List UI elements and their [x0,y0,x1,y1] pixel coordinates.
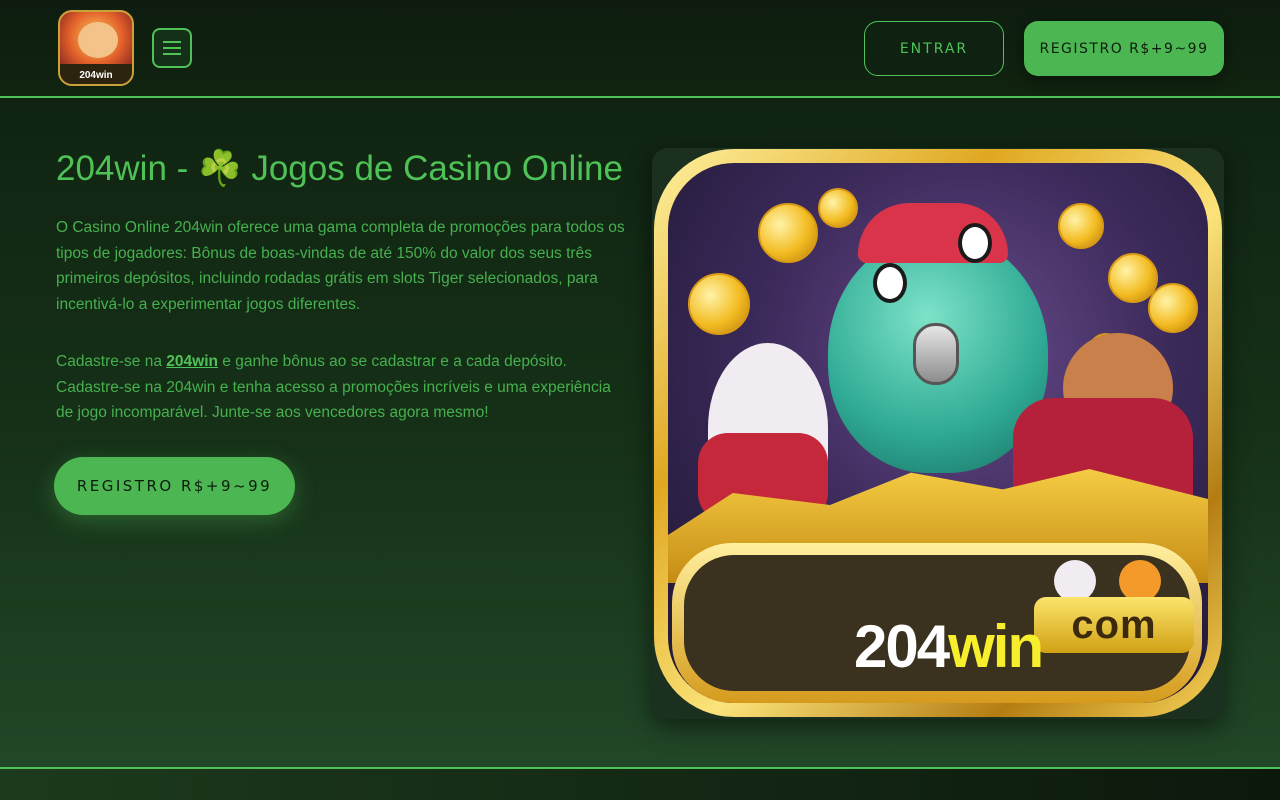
brand-banner-inner: com 204win [684,555,1194,691]
site-footer [0,769,1280,800]
tiger-mascot-icon [1119,560,1161,602]
hero-gold-frame: com 204win [654,149,1222,717]
site-header: 204win ENTRAR REGISTRO R$+9~99 [0,0,1280,98]
brand-com-badge: com [1034,597,1194,653]
menu-button[interactable] [152,28,192,68]
login-button[interactable]: ENTRAR [864,21,1004,76]
snake-eye-icon [873,263,907,303]
register-button-header[interactable]: REGISTRO R$+9~99 [1024,21,1224,76]
microphone-icon [913,323,959,385]
intro-paragraph: O Casino Online 204win oferece uma gama … [56,219,625,313]
brand-win: win [948,613,1044,680]
gold-coin-icon [688,273,750,335]
hero-image-card: com 204win [652,148,1224,719]
gold-coin-icon [758,203,818,263]
brand-banner: com 204win [672,543,1202,703]
hamburger-icon [163,41,181,43]
gold-coin-icon [1058,203,1104,249]
brand-link[interactable]: 204win [166,353,218,370]
snake-eye-icon [958,223,992,263]
brand-logo-text: 204win [854,617,1044,677]
page-title: 204win - ☘️ Jogos de Casino Online [56,149,623,188]
signup-paragraph: Cadastre-se na 204win e ganhe bônus ao s… [56,349,631,426]
brand-number: 204 [854,613,950,680]
rabbit-mascot-icon [1054,560,1096,602]
signup-text-prefix: Cadastre-se na [56,353,167,370]
logo-character-icon [78,22,118,58]
hamburger-icon [163,53,181,55]
hamburger-icon [163,47,181,49]
gold-coin-icon [818,188,858,228]
hero-illustration: com 204win [668,163,1208,703]
logo-text: 204win [79,70,113,81]
register-button-main[interactable]: REGISTRO R$+9~99 [54,457,295,515]
gold-coin-icon [1148,283,1198,333]
site-logo[interactable]: 204win [58,10,134,86]
